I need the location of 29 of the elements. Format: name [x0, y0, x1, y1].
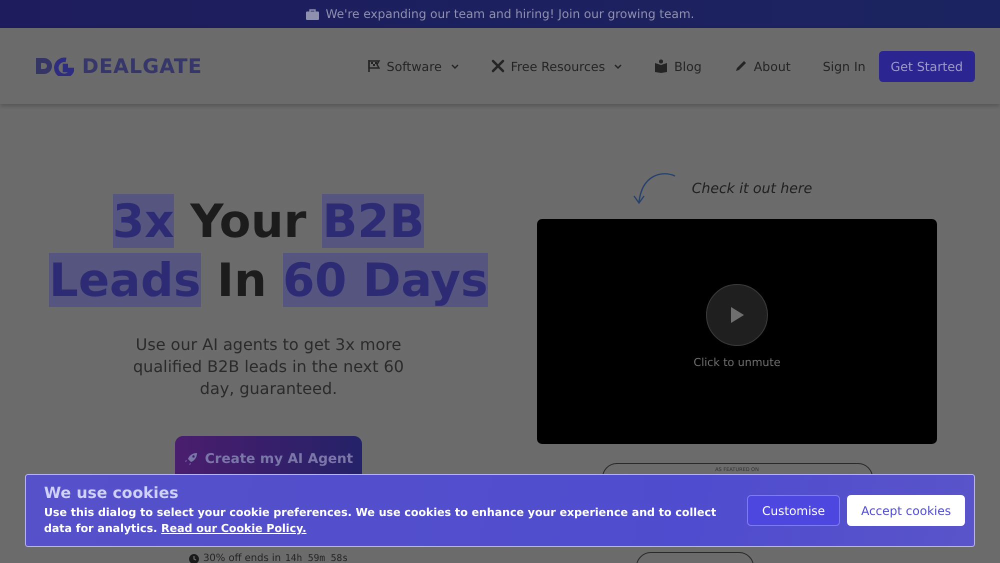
flag-icon[interactable] [366, 59, 381, 73]
cookie-title: We use cookies [44, 484, 180, 502]
pencil-icon[interactable] [734, 59, 748, 73]
get-started-button[interactable]: Get Started [878, 50, 975, 82]
offer-text: 30% off ends in [203, 553, 281, 563]
nav-link[interactable]: Free Resources [510, 58, 606, 74]
announcement-text[interactable]: We're expanding our team and hiring! Join our growing team. [326, 7, 694, 21]
nav-link[interactable]: About [754, 58, 791, 74]
video-caption: Check it out here [692, 181, 812, 197]
logo-icon[interactable] [36, 56, 74, 76]
accept-button[interactable]: Accept cookies [847, 495, 965, 526]
customise-button[interactable]: Customise [747, 495, 840, 526]
chevron-down-icon[interactable] [614, 64, 622, 68]
book-icon[interactable] [654, 59, 668, 73]
rocket-icon [184, 452, 198, 466]
cookie-policy-link[interactable]: Read our Cookie Policy. [161, 522, 306, 535]
briefcase-icon [306, 8, 319, 20]
sign-in-link[interactable]: Sign In [822, 58, 866, 74]
hero-subtitle: Use our AI agents to get 3x more qualified B2B leads in the next 60 day, guaranteed. [132, 334, 405, 400]
video-player[interactable]: Click to unmute [537, 219, 937, 444]
chevron-down-icon[interactable] [450, 64, 459, 68]
play-icon [729, 306, 745, 324]
nav-link[interactable]: Software [386, 58, 442, 74]
tools-icon[interactable] [490, 59, 505, 73]
cookie-text: Use this dialog to select your cookie preferences. We use cookies to enhance your experience and to collect data for analytics. Read our Cookie Policy. [44, 505, 718, 537]
unmute-label: Click to unmute [694, 356, 780, 369]
curved-arrow-icon [632, 173, 676, 205]
nav-link[interactable]: Blog [674, 58, 702, 74]
countdown-timer: 14h 59m 58s [285, 553, 348, 563]
